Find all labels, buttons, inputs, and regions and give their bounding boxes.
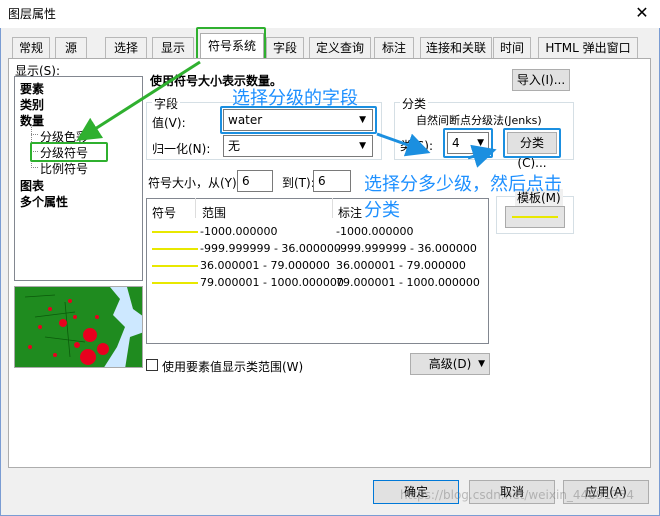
green-arrow (76, 60, 201, 141)
annotation-arrows (76, 60, 497, 168)
watermark: https://blog.csdn.net/weixin_44091354 (400, 488, 635, 502)
blue-arrow (467, 144, 497, 168)
blue-arrow (376, 132, 431, 157)
